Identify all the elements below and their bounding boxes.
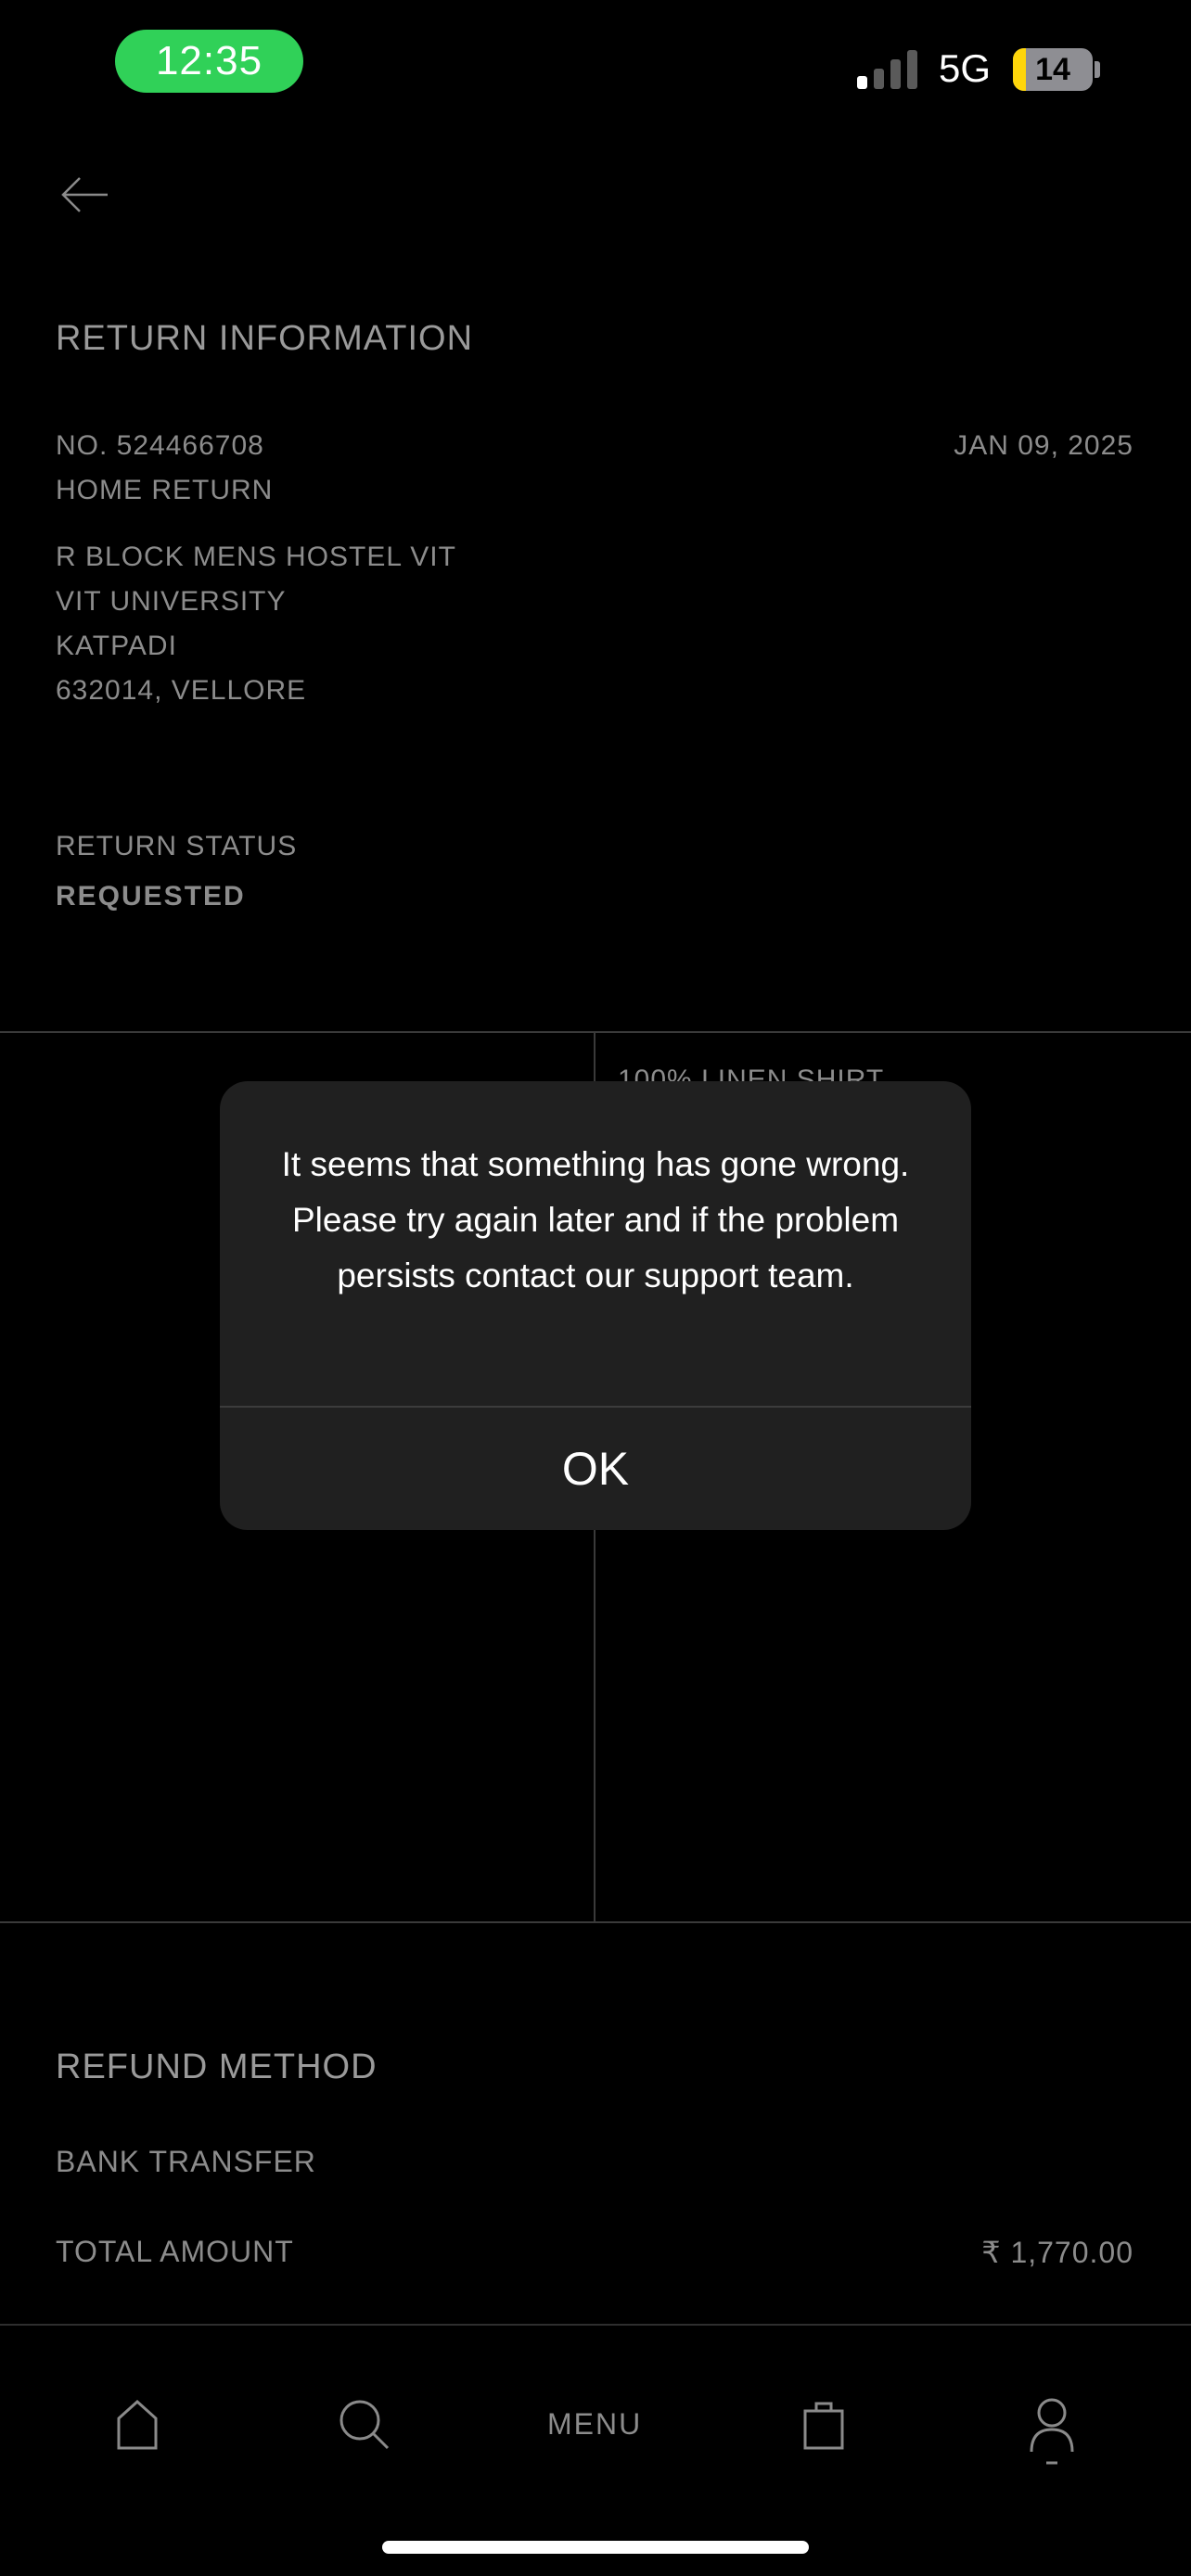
divider (0, 1031, 1191, 1033)
network-type: 5G (939, 46, 992, 90)
cellular-signal-icon (857, 50, 917, 89)
address-line-1: R BLOCK MENS HOSTEL VIT (56, 542, 456, 572)
battery-nub (1095, 61, 1100, 78)
account-icon[interactable] (1024, 2396, 1080, 2470)
ok-button[interactable]: OK (220, 1408, 971, 1530)
address-line-3: KATPADI (56, 631, 177, 661)
battery-icon: 14 (1013, 48, 1093, 91)
dialog-message: It seems that something has gone wrong. … (281, 1145, 910, 1294)
home-icon[interactable] (109, 2396, 165, 2452)
search-icon[interactable] (336, 2396, 391, 2452)
back-arrow-icon[interactable] (56, 167, 111, 223)
address-line-4: 632014, VELLORE (56, 675, 307, 706)
home-indicator[interactable] (382, 2541, 809, 2554)
nav-divider (0, 2324, 1191, 2326)
total-amount-value: ₹ 1,770.00 (981, 2236, 1133, 2269)
address-line-2: VIT UNIVERSITY (56, 586, 287, 617)
return-type: HOME RETURN (56, 475, 274, 505)
error-dialog: It seems that something has gone wrong. … (220, 1081, 971, 1530)
return-status-label: RETURN STATUS (56, 831, 298, 861)
refund-method-value: BANK TRANSFER (56, 2145, 316, 2178)
return-date: JAN 09, 2025 (954, 430, 1133, 461)
status-time: 12:35 (115, 30, 303, 93)
return-number: NO. 524466708 (56, 430, 264, 461)
menu-button[interactable]: MENU (547, 2407, 642, 2442)
refund-method-title: REFUND METHOD (56, 2047, 378, 2086)
page-title: RETURN INFORMATION (56, 319, 474, 358)
divider (0, 1921, 1191, 1923)
shopping-bag-icon[interactable] (796, 2396, 852, 2452)
total-amount-label: TOTAL AMOUNT (56, 2235, 294, 2268)
return-status-value: REQUESTED (56, 881, 246, 912)
battery-level: 14 (1035, 51, 1070, 87)
